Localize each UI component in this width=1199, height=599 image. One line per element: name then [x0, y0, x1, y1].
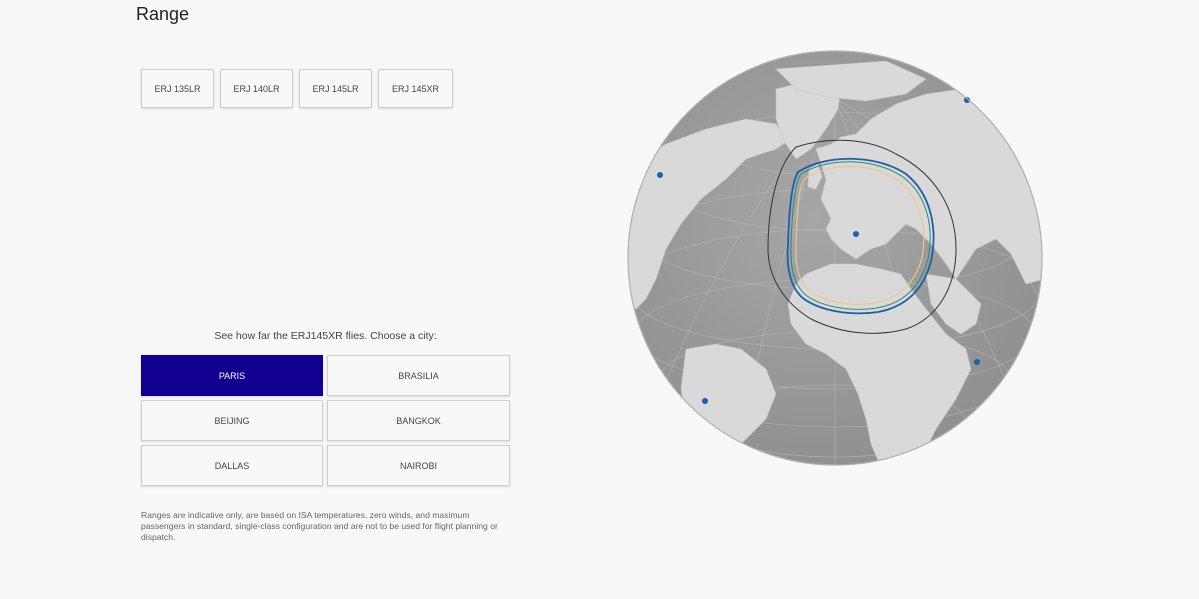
range-page: Range ERJ 135LR ERJ 140LR ERJ 145LR ERJ … — [0, 0, 1199, 599]
tab-erj-135lr[interactable]: ERJ 135LR — [141, 69, 214, 108]
city-button-paris[interactable]: PARIS — [141, 355, 323, 396]
tab-erj-145lr[interactable]: ERJ 145LR — [299, 69, 372, 108]
range-globe[interactable] — [626, 49, 1044, 467]
city-marker-paris — [853, 231, 859, 237]
city-button-brasilia[interactable]: BRASILIA — [327, 355, 510, 396]
city-marker-nairobi — [974, 359, 980, 365]
city-marker-dallas — [657, 172, 663, 178]
city-button-beijing[interactable]: BEIJING — [141, 400, 323, 441]
city-grid: PARIS BRASILIA BEIJING BANGKOK DALLAS NA… — [141, 355, 510, 486]
city-prompt: See how far the ERJ145XR flies. Choose a… — [214, 330, 437, 342]
disclaimer-text: Ranges are indicative only, are based on… — [141, 510, 498, 542]
city-button-bangkok[interactable]: BANGKOK — [327, 400, 510, 441]
page-title: Range — [136, 4, 190, 24]
globe-map[interactable] — [626, 49, 1044, 467]
city-marker-brasilia — [702, 398, 708, 404]
model-tabs: ERJ 135LR ERJ 140LR ERJ 145LR ERJ 145XR — [141, 69, 453, 108]
tab-erj-145xr[interactable]: ERJ 145XR — [378, 69, 453, 108]
city-button-nairobi[interactable]: NAIROBI — [327, 445, 510, 486]
tab-erj-140lr[interactable]: ERJ 140LR — [220, 69, 293, 108]
city-button-dallas[interactable]: DALLAS — [141, 445, 323, 486]
